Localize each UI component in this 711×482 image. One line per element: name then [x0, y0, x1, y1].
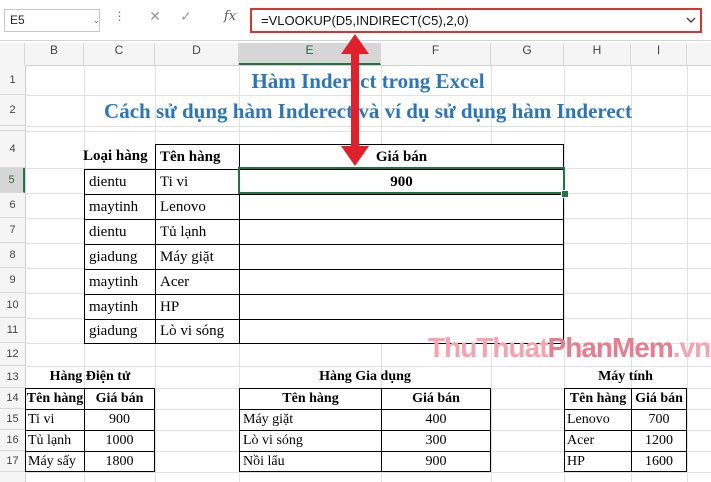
row-header-4[interactable]: 4: [0, 131, 25, 168]
excel-window: E5 ⌄ ⋮ ✕ ✓ fx =VLOOKUP(D5,INDIRECT(C5),2…: [0, 0, 711, 482]
watermark-part: PhanMem: [547, 332, 674, 363]
table-cell[interactable]: HP: [564, 451, 631, 472]
table-cell-ten[interactable]: Ti vi: [155, 169, 239, 194]
header-gia-ban[interactable]: Giá bán: [239, 144, 564, 169]
gridline: [25, 472, 711, 473]
select-all-corner[interactable]: [0, 43, 25, 65]
row-header-16[interactable]: 16: [0, 430, 25, 451]
table-cell[interactable]: 1200: [631, 430, 687, 451]
column-header-b[interactable]: B: [25, 43, 84, 65]
table-header[interactable]: Tên hàng: [239, 388, 381, 409]
row-header-12[interactable]: 12: [0, 343, 25, 366]
table-cell-loai[interactable]: dientu: [84, 219, 155, 244]
active-cell-selection[interactable]: [238, 167, 565, 194]
table-cell-loai[interactable]: giadung: [84, 244, 155, 269]
table-cell[interactable]: 1000: [84, 430, 155, 451]
column-header-i[interactable]: I: [631, 43, 687, 65]
row-header-14[interactable]: 14: [0, 388, 25, 409]
table-cell-ten[interactable]: Acer: [155, 269, 239, 294]
table-title: Hàng Gia dụng: [319, 369, 411, 384]
row-header-10[interactable]: 10: [0, 293, 25, 318]
fill-handle[interactable]: [561, 190, 569, 198]
table-cell[interactable]: Ti vi: [25, 409, 84, 430]
formula-text: =VLOOKUP(D5,INDIRECT(C5),2,0): [261, 13, 469, 28]
table-header[interactable]: Giá bán: [631, 388, 687, 409]
table-cell-ten[interactable]: Lò vi sóng: [155, 319, 239, 344]
table-cell-gia[interactable]: [239, 294, 564, 319]
double-arrow-icon: [341, 34, 369, 166]
table-cell-ten[interactable]: HP: [155, 294, 239, 319]
insert-function-button[interactable]: fx: [219, 9, 241, 32]
table-cell[interactable]: 300: [381, 430, 491, 451]
table-cell[interactable]: Lenovo: [564, 409, 631, 430]
table-cell-loai[interactable]: maytinh: [84, 269, 155, 294]
table-cell[interactable]: 700: [631, 409, 687, 430]
row-header-2[interactable]: 2: [0, 95, 25, 126]
row-header-9[interactable]: 9: [0, 268, 25, 293]
table-cell[interactable]: 900: [381, 451, 491, 472]
column-header-g[interactable]: G: [491, 43, 564, 65]
watermark-logo: ThuThuatPhanMem.vn: [428, 332, 711, 364]
row-header-15[interactable]: 15: [0, 409, 25, 430]
table-header[interactable]: Giá bán: [381, 388, 491, 409]
table-header[interactable]: Giá bán: [84, 388, 155, 409]
table-cell-gia[interactable]: [239, 194, 564, 219]
table-cell-gia[interactable]: [239, 269, 564, 294]
header-loai-hang[interactable]: Loại hàng: [79, 144, 155, 169]
column-header-h[interactable]: H: [564, 43, 631, 65]
column-header-j[interactable]: [687, 43, 711, 65]
row-header-6[interactable]: 6: [0, 193, 25, 218]
table-title: Hàng Điện tử: [49, 369, 131, 384]
table-cell[interactable]: Máy sấy: [25, 451, 84, 472]
table-cell-gia[interactable]: [239, 244, 564, 269]
row-header-7[interactable]: 7: [0, 218, 25, 243]
table-cell[interactable]: 1800: [84, 451, 155, 472]
table-cell[interactable]: 900: [84, 409, 155, 430]
table-cell-loai[interactable]: dientu: [84, 169, 155, 194]
table-cell[interactable]: Nồi lẩu: [239, 451, 381, 472]
table-cell[interactable]: Lò vi sóng: [239, 430, 381, 451]
table-cell-loai[interactable]: maytinh: [84, 294, 155, 319]
table-cell-loai[interactable]: giadung: [84, 319, 155, 344]
expand-formula-icon[interactable]: [686, 10, 696, 39]
watermark-part: ThuThuat: [428, 332, 549, 363]
row-header-8[interactable]: 8: [0, 243, 25, 268]
row-header-1[interactable]: 1: [0, 65, 25, 95]
cancel-icon[interactable]: ✕: [146, 9, 164, 32]
table-cell[interactable]: 400: [381, 409, 491, 430]
enter-icon[interactable]: ✓: [177, 9, 195, 32]
name-box-value: E5: [10, 13, 25, 27]
table-title: Máy tính: [598, 369, 653, 384]
table-cell[interactable]: Acer: [564, 430, 631, 451]
table-cell-gia[interactable]: [239, 219, 564, 244]
chevron-down-icon[interactable]: ⌄: [93, 10, 100, 31]
table-cell[interactable]: Tủ lạnh: [25, 430, 84, 451]
row-header-11[interactable]: 11: [0, 318, 25, 343]
column-header-f[interactable]: F: [381, 43, 491, 65]
watermark-part: .vn: [672, 332, 711, 363]
column-header-d[interactable]: D: [155, 43, 239, 65]
table-cell-ten[interactable]: Máy giặt: [155, 244, 239, 269]
table-cell-ten[interactable]: Lenovo: [155, 194, 239, 219]
gridline: [687, 65, 688, 482]
row-header-5[interactable]: 5: [0, 168, 25, 193]
table-cell-ten[interactable]: Tủ lạnh: [155, 219, 239, 244]
resize-grip-icon[interactable]: ⋮: [112, 9, 126, 32]
table-cell[interactable]: 1600: [631, 451, 687, 472]
row-header-13[interactable]: 13: [0, 366, 25, 388]
name-box[interactable]: E5 ⌄: [4, 9, 100, 32]
table-cell-loai[interactable]: maytinh: [84, 194, 155, 219]
row-header-bar: 1 2 4 5 6 7 8 9 10 11 12 13 14 15 16 17: [0, 65, 26, 482]
table-header[interactable]: Tên hàng: [25, 388, 84, 409]
table-header[interactable]: Tên hàng: [564, 388, 631, 409]
table-cell[interactable]: Máy giặt: [239, 409, 381, 430]
formula-input[interactable]: =VLOOKUP(D5,INDIRECT(C5),2,0): [250, 8, 702, 33]
header-ten-hang[interactable]: Tên hàng: [155, 144, 239, 169]
row-header-17[interactable]: 17: [0, 451, 25, 472]
column-header-c[interactable]: C: [84, 43, 155, 65]
